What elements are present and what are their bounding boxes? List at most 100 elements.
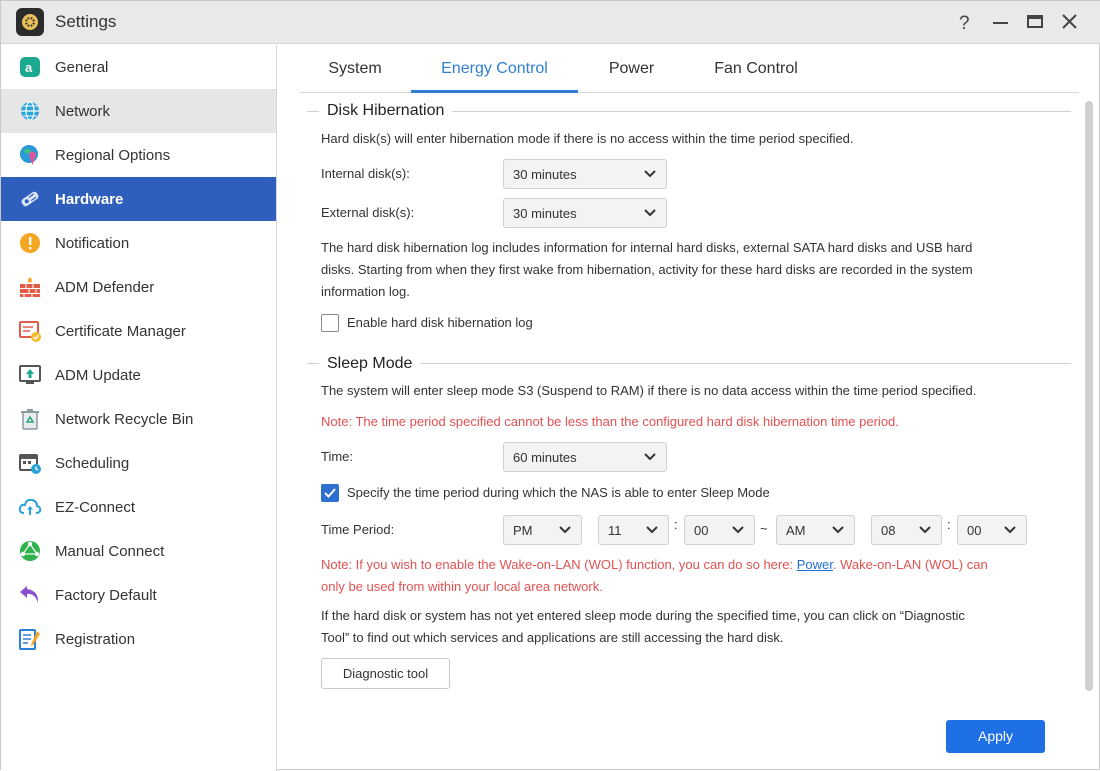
manual-connect-icon [18, 539, 42, 563]
sidebar-item-label: ADM Update [55, 367, 141, 384]
time-range-tilde: ~ [760, 521, 768, 536]
sidebar-item-hardware[interactable]: Hardware [1, 177, 276, 221]
external-disk-label: External disk(s): [321, 205, 415, 220]
chevron-down-icon [1004, 526, 1016, 534]
settings-window: Settings ? a General Network Regional Op… [0, 0, 1100, 771]
chevron-down-icon [559, 526, 571, 534]
apply-button[interactable]: Apply [946, 720, 1045, 753]
chevron-down-icon [644, 209, 656, 217]
sidebar-item-label: Scheduling [55, 455, 130, 472]
certificate-icon [18, 319, 42, 343]
cloud-upload-icon [18, 495, 42, 519]
maximize-icon[interactable] [1022, 9, 1048, 35]
start-minute-select[interactable]: 00 [684, 515, 755, 545]
sleep-mode-note: Note: The time period specified cannot b… [321, 414, 899, 429]
wol-note: Note: If you wish to enable the Wake-on-… [321, 554, 988, 576]
sidebar-item-certificate-manager[interactable]: Certificate Manager [1, 309, 276, 353]
select-value: 08 [881, 523, 896, 538]
firewall-icon [18, 275, 42, 299]
sidebar-item-label: Hardware [55, 191, 124, 208]
title-bar: Settings ? [1, 1, 1100, 44]
sidebar-item-label: Notification [55, 235, 130, 252]
chevron-down-icon [644, 453, 656, 461]
diagnostic-info-line1: If the hard disk or system has not yet e… [321, 608, 965, 623]
sidebar-item-label: Factory Default [55, 587, 157, 604]
sidebar-item-label: General [55, 59, 109, 76]
update-icon [18, 363, 42, 387]
sleep-mode-description: The system will enter sleep mode S3 (Sus… [321, 383, 977, 398]
select-value: 30 minutes [513, 206, 577, 221]
select-value: PM [513, 523, 533, 538]
sidebar-item-label: Manual Connect [55, 543, 165, 560]
specify-period-label: Specify the time period during which the… [347, 485, 770, 500]
sidebar-item-general[interactable]: a General [1, 45, 276, 89]
chevron-down-icon [919, 526, 931, 534]
select-value: AM [786, 523, 806, 538]
select-value: 30 minutes [513, 167, 577, 182]
sidebar-item-notification[interactable]: Notification [1, 221, 276, 265]
notification-icon [18, 231, 42, 255]
select-value: 00 [694, 523, 709, 538]
sidebar: a General Network Regional Options Hardw… [1, 45, 277, 771]
sidebar-item-registration[interactable]: Registration [1, 617, 276, 661]
select-value: 00 [967, 523, 982, 538]
disk-hibernation-description: Hard disk(s) will enter hibernation mode… [321, 131, 854, 146]
close-icon[interactable] [1057, 9, 1083, 35]
sidebar-item-manual-connect[interactable]: Manual Connect [1, 529, 276, 573]
sidebar-item-network-recycle-bin[interactable]: Network Recycle Bin [1, 397, 276, 441]
network-globe-icon [18, 99, 42, 123]
wol-note-suffix: . Wake-on-LAN (WOL) can [832, 557, 988, 572]
hibernation-log-info-line1: The hard disk hibernation log includes i… [321, 240, 973, 255]
sleep-time-select[interactable]: 60 minutes [503, 442, 667, 472]
end-ampm-select[interactable]: AM [776, 515, 855, 545]
external-disk-select[interactable]: 30 minutes [503, 198, 667, 228]
sidebar-item-ez-connect[interactable]: EZ-Connect [1, 485, 276, 529]
sidebar-item-label: Network Recycle Bin [55, 411, 194, 428]
tab-power[interactable]: Power [578, 45, 685, 93]
undo-arrow-icon [18, 583, 42, 607]
sidebar-item-regional-options[interactable]: Regional Options [1, 133, 276, 177]
minimize-icon[interactable] [988, 9, 1014, 35]
sidebar-item-network[interactable]: Network [1, 89, 276, 133]
time-colon: : [947, 517, 951, 532]
chevron-down-icon [644, 170, 656, 178]
diagnostic-info-line2: Tool” to find out which services and app… [321, 630, 784, 645]
specify-period-checkbox[interactable] [321, 484, 339, 502]
sidebar-item-factory-default[interactable]: Factory Default [1, 573, 276, 617]
help-icon[interactable]: ? [952, 9, 978, 35]
sidebar-item-label: Certificate Manager [55, 323, 186, 340]
chevron-down-icon [832, 526, 844, 534]
sidebar-item-adm-update[interactable]: ADM Update [1, 353, 276, 397]
sidebar-item-label: ADM Defender [55, 279, 155, 296]
content-scrollbar[interactable] [1085, 101, 1093, 691]
select-value: 11 [608, 523, 622, 538]
section-divider [307, 363, 1071, 364]
tab-system[interactable]: System [299, 45, 411, 93]
chevron-down-icon [732, 526, 744, 534]
start-hour-select[interactable]: 11 [598, 515, 669, 545]
hardware-icon [18, 187, 42, 211]
hibernation-log-info-line2: disks. Starting from when they first wak… [321, 262, 973, 277]
window-title: Settings [55, 12, 117, 31]
internal-disk-label: Internal disk(s): [321, 166, 410, 181]
sidebar-item-adm-defender[interactable]: ADM Defender [1, 265, 276, 309]
sidebar-item-label: Network [55, 103, 111, 120]
tab-energy-control[interactable]: Energy Control [411, 45, 578, 93]
internal-disk-select[interactable]: 30 minutes [503, 159, 667, 189]
select-value: 60 minutes [513, 450, 577, 465]
general-icon: a [18, 55, 42, 79]
power-settings-link[interactable]: Power [797, 557, 833, 572]
sidebar-item-label: EZ-Connect [55, 499, 136, 516]
enable-hibernation-log-label: Enable hard disk hibernation log [347, 315, 533, 330]
sidebar-item-scheduling[interactable]: Scheduling [1, 441, 276, 485]
end-hour-select[interactable]: 08 [871, 515, 942, 545]
tab-fan-control[interactable]: Fan Control [685, 45, 827, 93]
sidebar-item-label: Registration [55, 631, 136, 648]
wol-note-prefix: Note: If you wish to enable the Wake-on-… [321, 557, 794, 572]
enable-hibernation-log-checkbox[interactable] [321, 314, 339, 332]
scheduling-icon [18, 451, 42, 475]
recycle-bin-icon [18, 407, 42, 431]
diagnostic-tool-button[interactable]: Diagnostic tool [321, 658, 450, 689]
start-ampm-select[interactable]: PM [503, 515, 582, 545]
end-minute-select[interactable]: 00 [957, 515, 1027, 545]
